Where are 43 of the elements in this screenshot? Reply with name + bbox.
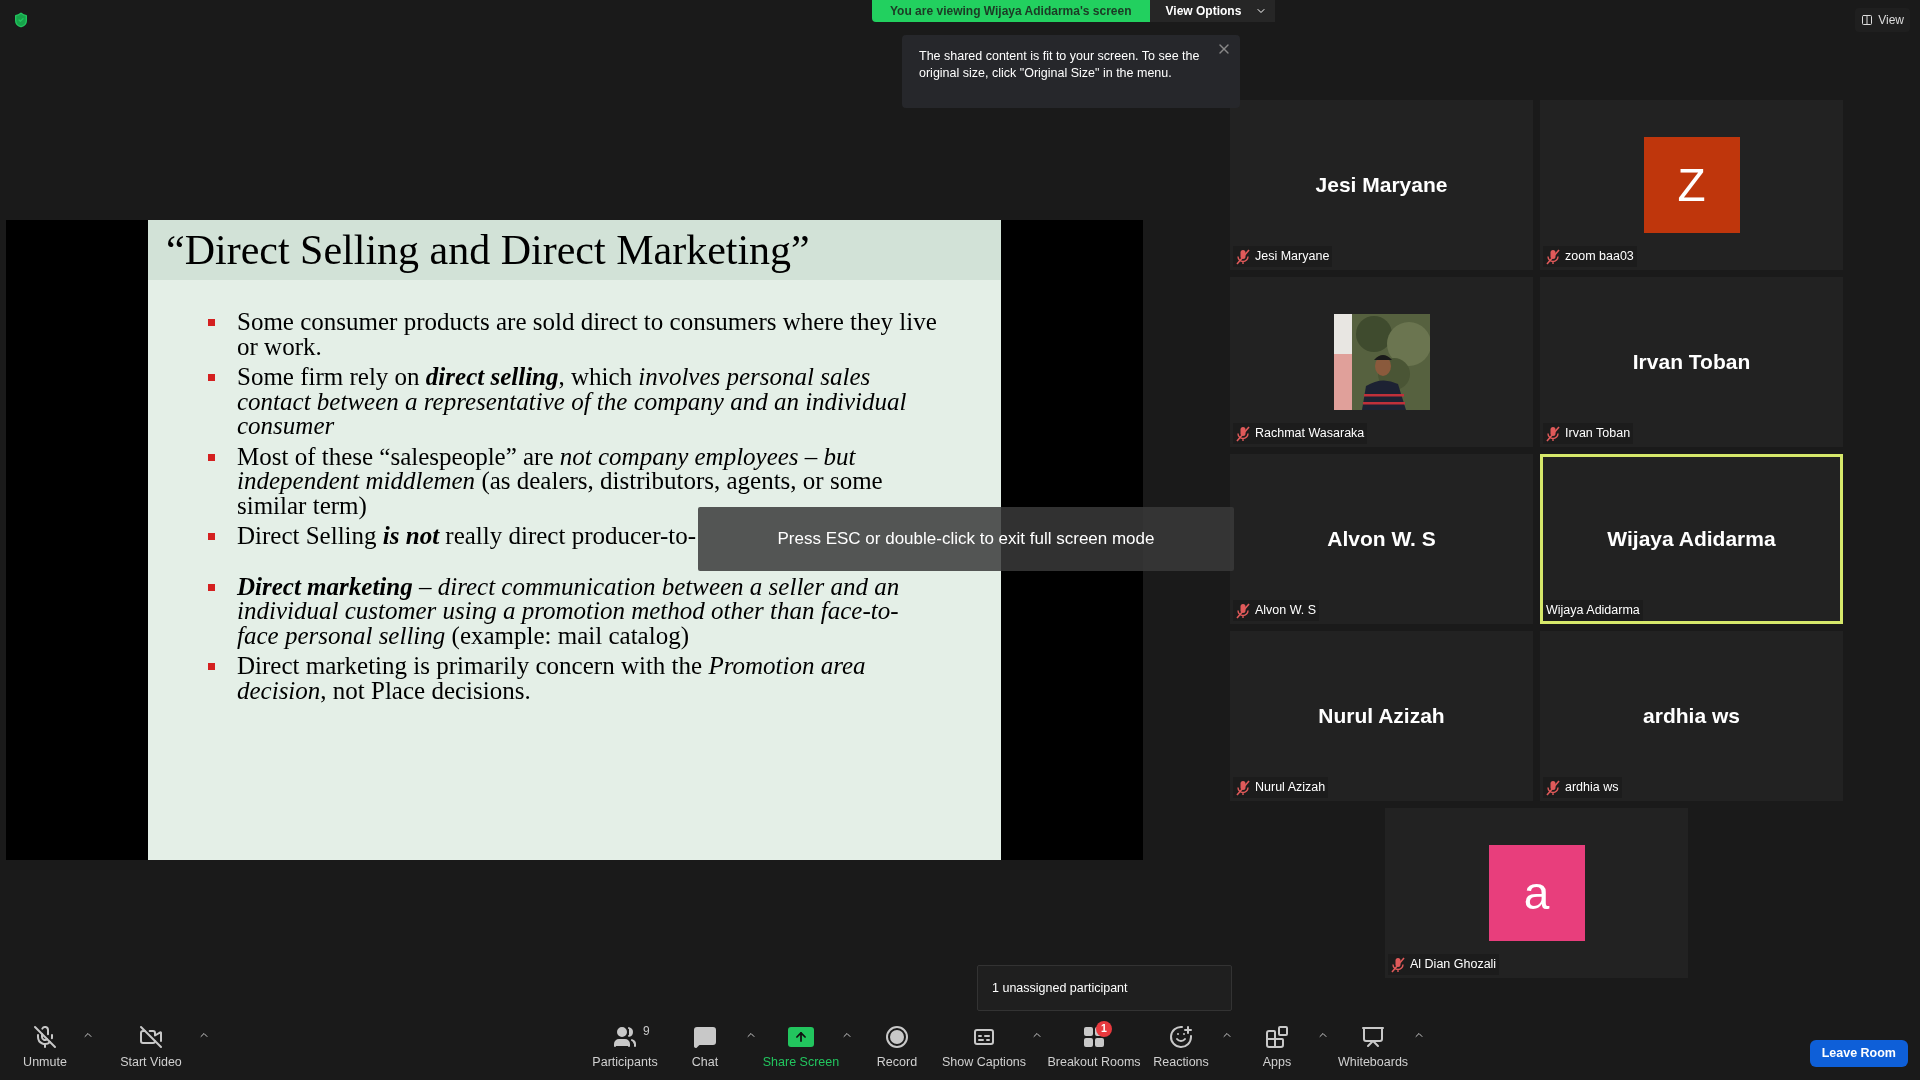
tooltip-text: 1 unassigned participant: [992, 979, 1128, 997]
slide-title: “Direct Selling and Direct Marketing”: [166, 229, 810, 271]
participant-label: Al Dian Ghozali: [1410, 956, 1497, 974]
toolbar-button[interactable]: Share Screen: [763, 1021, 839, 1072]
toolbar-button[interactable]: 1 Breakout Rooms: [1049, 1021, 1139, 1072]
participant-name: Nurul Azizah: [1318, 703, 1445, 730]
toolbar-button[interactable]: Chat: [667, 1021, 743, 1072]
notice-text: The shared content is fit to your screen. To see the original size, click "Original Size" in the menu.: [919, 48, 1201, 82]
participant-count: 9: [643, 1023, 650, 1040]
participant-name: Irvan Toban: [1632, 349, 1751, 376]
participant-label: zoom baa03: [1565, 248, 1634, 266]
participant-label: Irvan Toban: [1565, 425, 1631, 443]
viewing-banner: You are viewing Wijaya Adidarma's screen: [872, 0, 1150, 22]
hint-text: Press ESC or double-click to exit full screen mode: [777, 528, 1155, 551]
bullet-text: Direct Selling is not really direct producer-to-: [237, 524, 697, 549]
participant-label: ardhia ws: [1565, 779, 1619, 797]
bullet-text: Most of these “salespeople” are not company employees – but independent middlemen (as dealers, distributors, agents, or some similar term): [237, 444, 884, 518]
participant-name: Wijaya Adidarma: [1607, 526, 1776, 553]
toolbar-button[interactable]: Reactions: [1143, 1021, 1219, 1072]
participant-name: Alvon W. S: [1327, 526, 1436, 553]
avatar: a: [1488, 845, 1585, 941]
toolbar-button[interactable]: Show Captions: [939, 1021, 1029, 1072]
toolbar-button[interactable]: Start Video: [106, 1021, 196, 1072]
view-options-button[interactable]: View Options: [1149, 0, 1276, 22]
toolbar-button[interactable]: Whiteboards: [1335, 1021, 1411, 1072]
bullet-text: Some consumer products are sold direct to consumers where they live or work.: [237, 310, 937, 359]
participant-label: Alvon W. S: [1255, 602, 1317, 620]
toolbar-button[interactable]: Apps: [1239, 1021, 1315, 1072]
participant-name: Jesi Maryane: [1315, 172, 1448, 199]
avatar: Z: [1643, 137, 1740, 233]
participant-label: Rachmat Wasaraka: [1255, 425, 1365, 443]
participant-name: ardhia ws: [1643, 703, 1740, 730]
toolbar-button[interactable]: 9 Participants: [587, 1021, 663, 1072]
bullet-text: Direct marketing is primarily concern with the Promotion area decision, not Place decisions.: [237, 654, 867, 703]
participant-label: Wijaya Adidarma: [1546, 602, 1640, 620]
notification-badge: 1: [1096, 1021, 1112, 1037]
bullet-text: Direct marketing – direct communication between a seller and an individual customer using a promotion method other than face-to-face personal selling (example: mail catalog): [237, 574, 901, 648]
view-button[interactable]: View: [1855, 8, 1910, 32]
toolbar-button[interactable]: Record: [859, 1021, 935, 1072]
participant-label: Jesi Maryane: [1255, 248, 1330, 266]
participant-label: Nurul Azizah: [1255, 779, 1326, 797]
leave-room-button[interactable]: Leave Room: [1809, 1040, 1908, 1067]
toolbar-button[interactable]: Unmute: [10, 1021, 80, 1072]
